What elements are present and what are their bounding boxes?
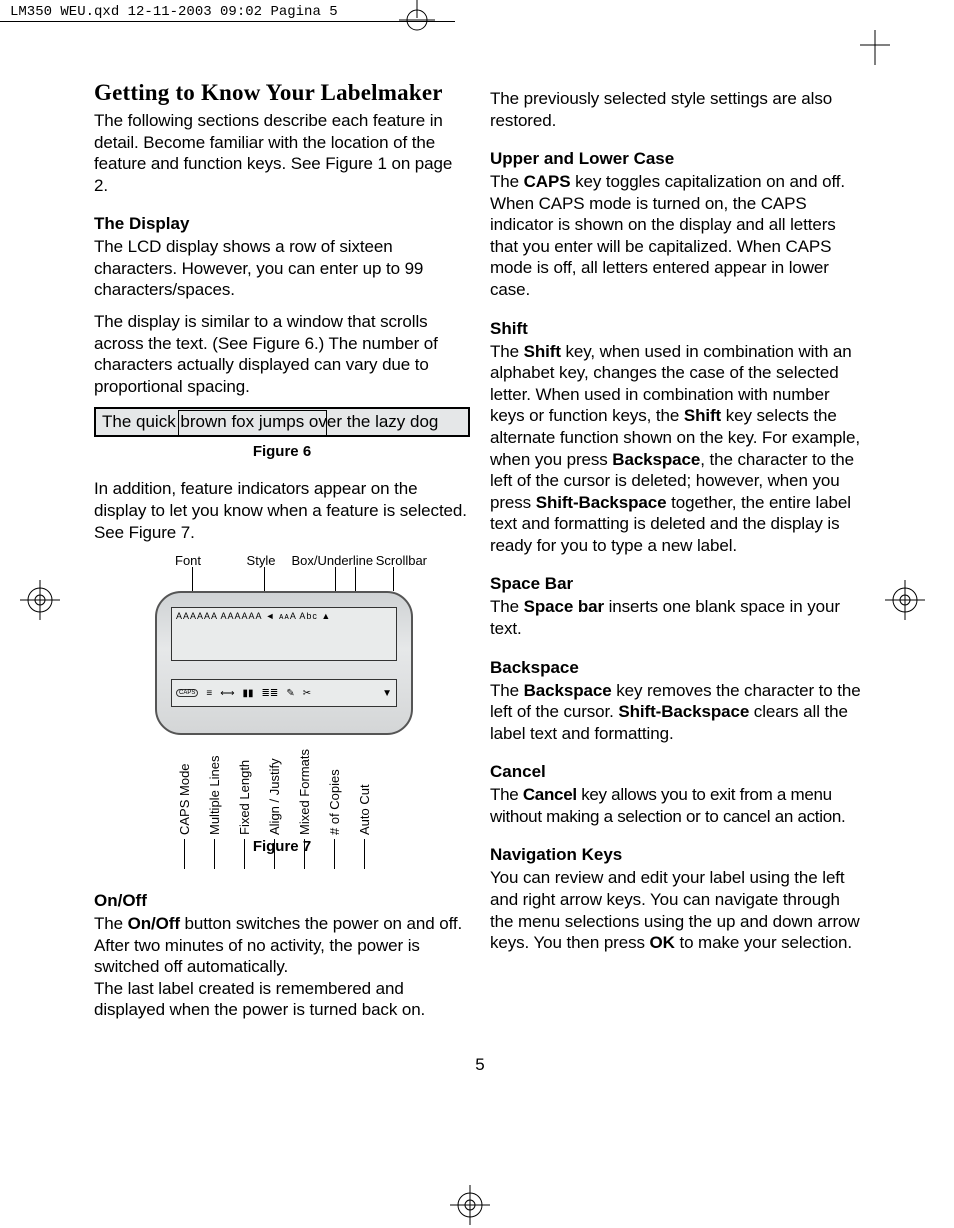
fig7-label-box: Box/Underline bbox=[291, 553, 375, 568]
figure6-lcd-box: The quick brown fox jumps over the lazy … bbox=[94, 407, 470, 437]
crop-target-bottom bbox=[450, 1185, 490, 1225]
vlabel-autocut: Auto Cut bbox=[357, 725, 372, 835]
lcd-cursor-window bbox=[178, 410, 327, 436]
heading-display: The Display bbox=[94, 214, 470, 234]
figure6-label: Figure 6 bbox=[94, 443, 470, 460]
bold-spacebar: Space bar bbox=[524, 597, 604, 616]
vlabel-caps: CAPS Mode bbox=[177, 725, 192, 835]
page-content: Getting to Know Your Labelmaker The foll… bbox=[94, 80, 866, 1075]
heading-onoff: On/Off bbox=[94, 891, 470, 911]
continuation-text: The previously selected style settings a… bbox=[490, 88, 866, 131]
autocut-icon: ✂ bbox=[303, 688, 311, 699]
vlabel-formats: Mixed Formats bbox=[297, 725, 312, 835]
fig7-device-body: AAAAAA AAAAAA ◄ ᴀᴀA Abc ▲ CAPS ≡ ⟷ ▮▮ ≣≣… bbox=[155, 591, 413, 735]
lines-icon: ≡ bbox=[206, 688, 212, 699]
heading-upper-lower: Upper and Lower Case bbox=[490, 149, 866, 169]
crop-target-left bbox=[20, 580, 60, 620]
display-p3: In addition, feature indicators appear o… bbox=[94, 478, 470, 543]
txt: to make your selection. bbox=[675, 933, 852, 952]
heading-spacebar: Space Bar bbox=[490, 574, 866, 594]
right-column: The previously selected style settings a… bbox=[490, 80, 866, 1031]
shift-p: The Shift key, when used in combination … bbox=[490, 341, 866, 557]
down-arrow-icon: ▼ bbox=[382, 688, 392, 699]
fig7-screen-upper: AAAAAA AAAAAA ◄ ᴀᴀA Abc ▲ bbox=[171, 607, 397, 661]
fig7-tick bbox=[335, 567, 336, 591]
heading-cancel: Cancel bbox=[490, 762, 866, 782]
vlabel-copies: # of Copies bbox=[327, 725, 342, 835]
vlabel-align: Align / Justify bbox=[267, 725, 282, 835]
fig7-bottom-labels: CAPS Mode Multiple Lines Fixed Length Al… bbox=[177, 725, 387, 835]
section-title: Getting to Know Your Labelmaker bbox=[94, 80, 470, 106]
fig7-label-scrollbar: Scrollbar bbox=[376, 553, 427, 568]
fig7-top-labels: Font Style Box/Underline Scrollbar bbox=[137, 553, 427, 568]
vlabel-lines: Multiple Lines bbox=[207, 725, 222, 835]
fig7-tick bbox=[264, 567, 265, 591]
spacebar-p: The Space bar inserts one blank space in… bbox=[490, 596, 866, 639]
formats-icon: ≣≣ bbox=[262, 688, 279, 699]
heading-backspace: Backspace bbox=[490, 658, 866, 678]
display-p2: The display is similar to a window that … bbox=[94, 311, 470, 397]
bold-shift2: Shift bbox=[684, 406, 721, 425]
intro-paragraph: The following sections describe each fea… bbox=[94, 110, 470, 196]
fig7-tick bbox=[192, 567, 193, 591]
fig7-screen-lower: CAPS ≡ ⟷ ▮▮ ≣≣ ✎ ✂ ▼ bbox=[171, 679, 397, 707]
backspace-p: The Backspace key removes the character … bbox=[490, 680, 866, 745]
length-icon: ⟷ bbox=[220, 688, 234, 699]
fig7-label-font: Font bbox=[175, 553, 241, 568]
txt: The bbox=[490, 597, 524, 616]
copies-icon: ✎ bbox=[286, 688, 294, 699]
figure7-label: Figure 7 bbox=[137, 838, 427, 855]
page-number: 5 bbox=[94, 1055, 866, 1075]
navigation-p: You can review and edit your label using… bbox=[490, 867, 866, 953]
txt: key toggles capitalization on and off. W… bbox=[490, 172, 845, 299]
upper-lower-p: The CAPS key toggles capitalization on a… bbox=[490, 171, 866, 300]
txt: The bbox=[490, 785, 523, 804]
cancel-p: The Cancel key allows you to exit from a… bbox=[490, 784, 866, 827]
figure7-illustration: Font Style Box/Underline Scrollbar AAAAA… bbox=[137, 553, 427, 873]
caps-indicator-icon: CAPS bbox=[176, 689, 198, 697]
bold-backspace2: Backspace bbox=[524, 681, 612, 700]
bold-cancel: Cancel bbox=[523, 785, 577, 804]
display-p1: The LCD display shows a row of sixteen c… bbox=[94, 236, 470, 301]
onoff-p1: The On/Off button switches the power on … bbox=[94, 913, 470, 978]
bold-ok: OK bbox=[650, 933, 675, 952]
crop-corner-tr bbox=[860, 20, 910, 70]
crop-mark-top bbox=[397, 0, 437, 40]
heading-shift: Shift bbox=[490, 319, 866, 339]
print-file-header: LM350 WEU.qxd 12-11-2003 09:02 Pagina 5 bbox=[0, 0, 455, 22]
bold-onoff: On/Off bbox=[128, 914, 180, 933]
fig7-tick bbox=[393, 567, 394, 591]
bold-backspace1: Backspace bbox=[612, 450, 700, 469]
txt: The bbox=[490, 681, 524, 700]
txt: The bbox=[490, 172, 524, 191]
bold-caps: CAPS bbox=[524, 172, 571, 191]
crop-target-right bbox=[885, 580, 925, 620]
align-icon: ▮▮ bbox=[243, 688, 254, 699]
bold-shift1: Shift bbox=[524, 342, 561, 361]
onoff-p2: The last label created is remembered and… bbox=[94, 978, 470, 1021]
txt: The bbox=[490, 342, 524, 361]
bold-shift-backspace2: Shift-Backspace bbox=[618, 702, 749, 721]
heading-navigation: Navigation Keys bbox=[490, 845, 866, 865]
left-column: Getting to Know Your Labelmaker The foll… bbox=[94, 80, 470, 1031]
bold-shift-backspace: Shift-Backspace bbox=[536, 493, 667, 512]
txt: The bbox=[94, 914, 128, 933]
vlabel-length: Fixed Length bbox=[237, 725, 252, 835]
fig7-tick bbox=[355, 567, 356, 591]
fig7-label-style: Style bbox=[247, 553, 292, 568]
